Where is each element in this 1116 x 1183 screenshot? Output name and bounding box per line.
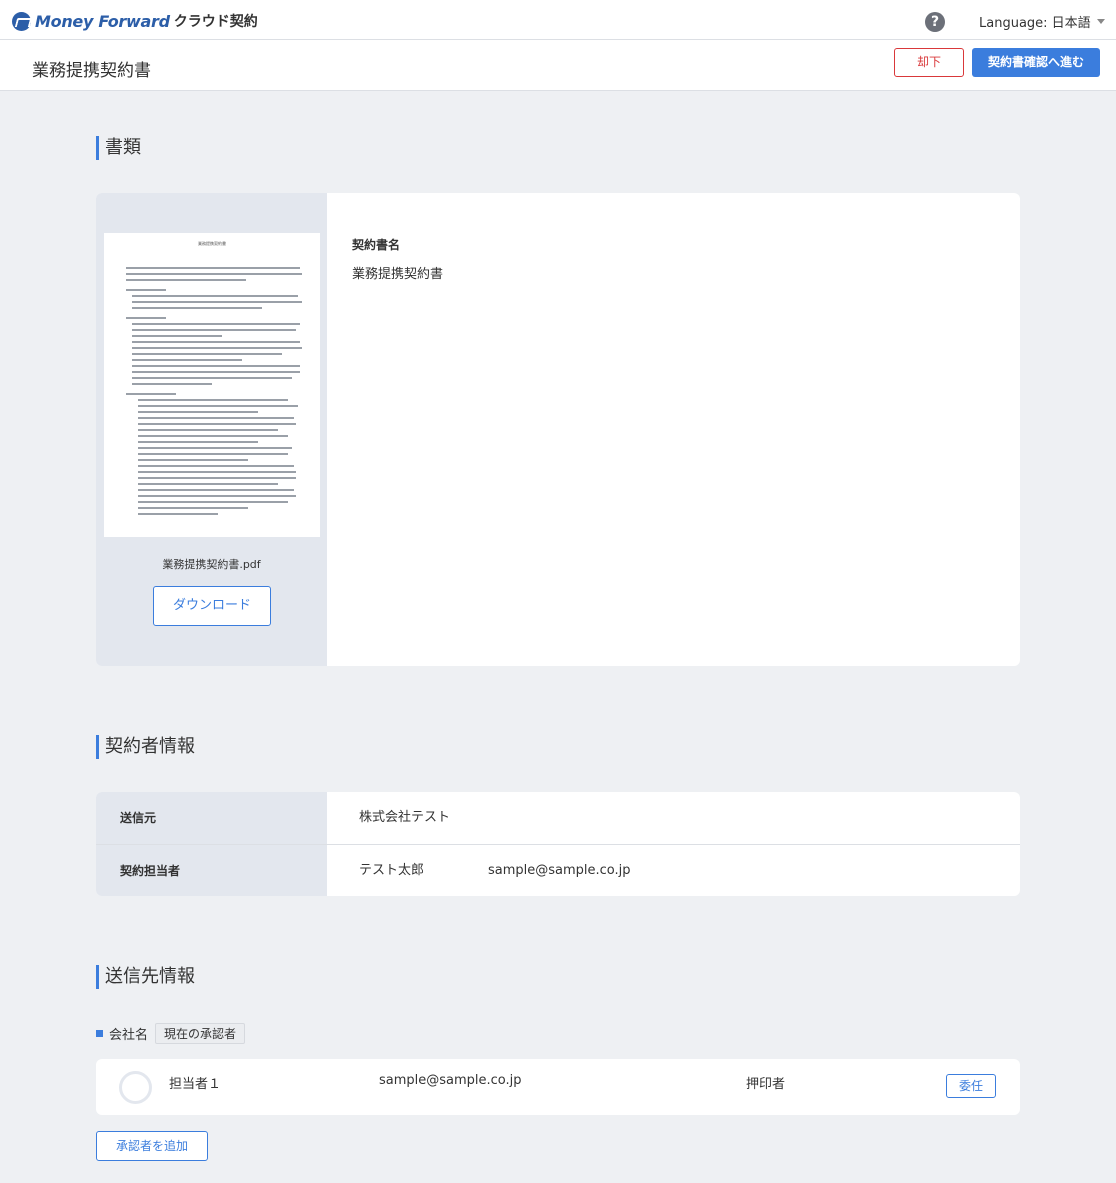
- documents-section-title: 書類: [96, 136, 141, 160]
- thumbnail-text-line: [132, 341, 300, 343]
- proceed-to-confirm-button[interactable]: 契約書確認へ進む: [972, 48, 1100, 77]
- thumbnail-text-line: [138, 429, 278, 431]
- contract-name-value: 業務提携契約書: [352, 267, 444, 282]
- product-name: クラウド契約: [173, 14, 258, 30]
- page-header: 業務提携契約書 却下 契約書確認へ進む: [0, 40, 1116, 91]
- contact-person-row: 契約担当者 テスト太郎 sample@sample.co.jp: [96, 844, 1020, 896]
- thumbnail-text-line: [126, 279, 246, 281]
- contact-person-email: sample@sample.co.jp: [488, 863, 631, 878]
- thumbnail-text-line: [138, 483, 278, 485]
- thumbnail-text-line: [132, 377, 292, 379]
- thumbnail-text-line: [132, 329, 296, 331]
- language-label: Language: 日本語: [979, 16, 1091, 31]
- thumbnail-text-line: [138, 477, 296, 479]
- thumbnail-text-line: [132, 383, 212, 385]
- reject-button[interactable]: 却下: [894, 48, 964, 77]
- download-button[interactable]: ダウンロード: [153, 586, 271, 626]
- sender-row: 送信元 株式会社テスト: [96, 792, 1020, 844]
- approver-name: 担当者１: [169, 1077, 222, 1092]
- thumbnail-text-line: [126, 273, 302, 275]
- thumbnail-text-line: [138, 501, 288, 503]
- thumbnail-text-line: [138, 399, 288, 401]
- approver-email: sample@sample.co.jp: [379, 1073, 522, 1088]
- thumbnail-text-line: [126, 317, 166, 319]
- app-logo[interactable]: Money Forward クラウド契約: [12, 11, 258, 31]
- page-title: 業務提携契約書: [32, 61, 151, 81]
- thumbnail-text-line: [138, 459, 248, 461]
- thumbnail-text-line: [132, 307, 262, 309]
- money-forward-logo-icon: [12, 11, 31, 31]
- thumbnail-text-line: [138, 447, 292, 449]
- contact-person-name: テスト太郎: [359, 863, 425, 878]
- thumbnail-text-line: [132, 301, 302, 303]
- thumbnail-text-line: [138, 441, 258, 443]
- top-bar: Money Forward クラウド契約 ? Language: 日本語: [0, 0, 1116, 40]
- document-preview-panel: 業務提携契約書 業務提携契約書.pdf ダウンロード: [96, 193, 327, 666]
- approver-row: 担当者１ sample@sample.co.jp 押印者 委任: [96, 1059, 1020, 1115]
- status-circle-icon: [119, 1071, 152, 1104]
- caret-down-icon: [1096, 19, 1105, 24]
- thumbnail-text-line: [126, 393, 176, 395]
- sender-label: 送信元: [96, 792, 327, 844]
- thumbnail-text-line: [138, 435, 288, 437]
- document-thumbnail[interactable]: 業務提携契約書: [104, 233, 320, 537]
- thumbnail-text-line: [138, 417, 294, 419]
- square-bullet-icon: [96, 1030, 103, 1037]
- logo-text: Money Forward: [35, 11, 170, 31]
- thumbnail-text-line: [138, 495, 296, 497]
- document-filename: 業務提携契約書.pdf: [162, 558, 261, 571]
- language-selector[interactable]: Language: 日本語: [979, 12, 1105, 31]
- thumbnail-text-line: [132, 295, 298, 297]
- thumbnail-text-line: [132, 371, 300, 373]
- thumbnail-text-line: [138, 405, 298, 407]
- recipients-section-title: 送信先情報: [96, 965, 195, 989]
- thumbnail-text-line: [138, 513, 218, 515]
- current-approver-badge: 現在の承認者: [155, 1023, 246, 1044]
- add-approver-button[interactable]: 承認者を追加: [96, 1131, 208, 1161]
- company-label: 会社名: [109, 1028, 149, 1043]
- sender-value: 株式会社テスト: [359, 810, 451, 825]
- document-card: 業務提携契約書 業務提携契約書.pdf ダウンロード 契約書名 業務提携契約書: [96, 193, 1020, 666]
- thumbnail-text-line: [132, 335, 222, 337]
- thumbnail-text-line: [126, 289, 166, 291]
- thumbnail-text-line: [138, 489, 294, 491]
- thumbnail-text-line: [138, 423, 296, 425]
- thumbnail-text-line: [132, 359, 242, 361]
- thumbnail-text-line: [138, 471, 296, 473]
- contact-person-label: 契約担当者: [96, 845, 327, 896]
- delegate-button[interactable]: 委任: [946, 1074, 996, 1098]
- thumbnail-text-line: [138, 507, 248, 509]
- approver-role: 押印者: [746, 1077, 786, 1092]
- thumbnail-text-line: [132, 353, 282, 355]
- thumbnail-text-line: [126, 267, 300, 269]
- thumbnail-text-line: [132, 323, 300, 325]
- thumbnail-text-line: [138, 411, 258, 413]
- contractor-section-title: 契約者情報: [96, 735, 195, 759]
- help-icon[interactable]: ?: [925, 12, 945, 32]
- thumbnail-text-line: [132, 347, 302, 349]
- contract-name-label: 契約書名: [352, 238, 401, 252]
- company-line: 会社名 現在の承認者: [96, 1023, 246, 1044]
- thumbnail-text-line: [132, 365, 300, 367]
- thumbnail-text-line: [138, 465, 294, 467]
- contractor-info-table: 送信元 株式会社テスト 契約担当者 テスト太郎 sample@sample.co…: [96, 792, 1020, 896]
- thumbnail-text-line: [138, 453, 288, 455]
- thumbnail-title: 業務提携契約書: [198, 241, 226, 246]
